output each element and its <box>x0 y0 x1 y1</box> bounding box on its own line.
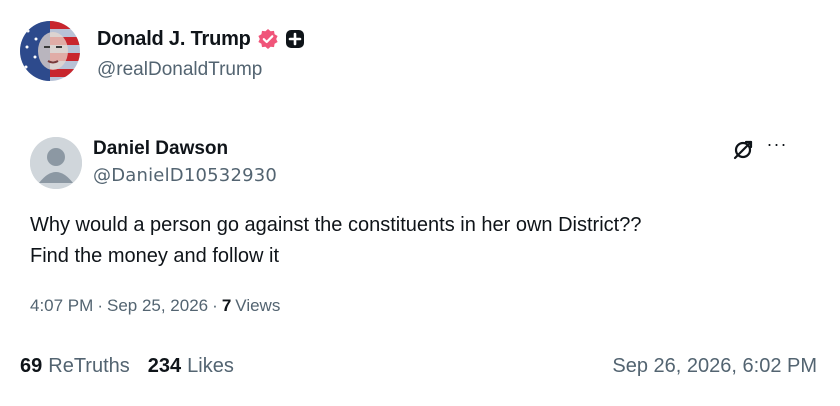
flag-portrait-image <box>20 21 80 81</box>
embedded-author-name[interactable]: Daniel Dawson <box>93 138 228 160</box>
embedded-post-text-line-1: Why would a person go against the consti… <box>30 214 642 236</box>
author-handle[interactable]: @realDonaldTrump <box>97 59 262 81</box>
embedded-post-time[interactable]: 4:07 PM <box>30 296 93 316</box>
views-label: Views <box>235 296 281 315</box>
default-avatar-icon <box>30 137 82 189</box>
post-timestamp[interactable]: Sep 26, 2026, 6:02 PM <box>612 355 817 378</box>
plus-badge-icon <box>285 30 304 48</box>
embedded-author-handle[interactable]: @DanielD10532930 <box>93 165 277 186</box>
embedded-post-meta: 4:07 PM · Sep 25, 2026 · 7 Views <box>30 296 280 316</box>
embedded-post-date[interactable]: Sep 25, 2026 <box>107 296 208 316</box>
meta-separator: · <box>97 296 103 315</box>
embedded-post-text: Why would a person go against the consti… <box>30 210 810 272</box>
author-name-row: Donald J. Trump <box>97 27 305 51</box>
embedded-avatar[interactable] <box>30 137 82 189</box>
embedded-post-card[interactable]: Daniel Dawson @DanielD10532930 ··· Why w… <box>20 115 819 335</box>
author-avatar[interactable] <box>20 21 80 81</box>
retruths-label[interactable]: ReTruths <box>48 355 130 378</box>
author-name[interactable]: Donald J. Trump <box>97 28 251 51</box>
views-count: 7 <box>221 296 232 315</box>
embedded-post-text-line-2: Find the money and follow it <box>30 245 280 267</box>
retruths-count[interactable]: 69 <box>20 355 42 378</box>
sync-icon[interactable] <box>731 138 755 162</box>
likes-count[interactable]: 234 <box>148 355 181 378</box>
engagement-stats: 69 ReTruths 234 Likes <box>20 355 234 378</box>
verified-badge-icon <box>258 29 278 49</box>
meta-separator: · <box>212 296 218 315</box>
likes-label[interactable]: Likes <box>187 355 234 378</box>
more-icon[interactable]: ··· <box>764 135 790 157</box>
